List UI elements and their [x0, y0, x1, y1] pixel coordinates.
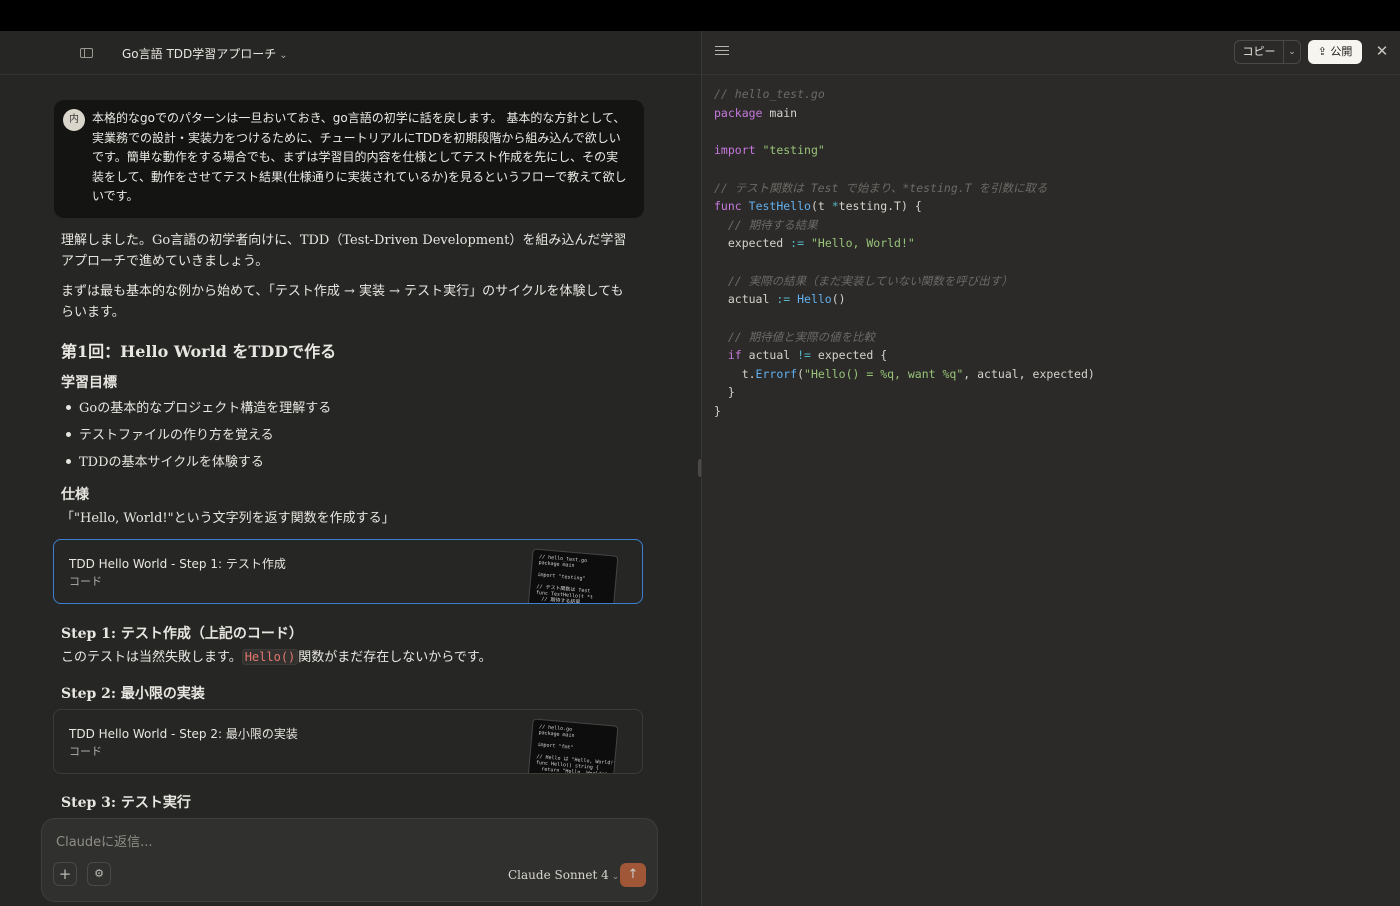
spec-text: 「"Hello, World!"という文字列を返す関数を作成する」 [61, 511, 395, 526]
step2-heading: Step 2: 最小限の実装 [61, 686, 205, 702]
goal-item: TDDの基本サイクルを体験する [61, 451, 631, 470]
artifact-subtitle: コード [69, 575, 102, 588]
conversation-title: Go言語 TDD学習アプローチ [122, 47, 277, 61]
code-line: package main [714, 106, 798, 120]
step1-text-before: このテストは当然失敗します。 [61, 650, 242, 665]
send-button[interactable]: ↑ [620, 863, 646, 887]
inline-code: Hello() [241, 649, 299, 665]
code-line: import "testing" [714, 143, 825, 157]
window-top-bar [0, 0, 1400, 31]
copy-button-group: コピー ⌄ [1234, 40, 1301, 64]
code-line: // 期待値と実際の値を比較 [727, 330, 876, 344]
goal-item: Goの基本的なプロジェクト構造を理解する [61, 397, 631, 416]
artifact-title: TDD Hello World - Step 2: 最小限の実装 [69, 727, 298, 741]
composer: + ⚙ Claude Sonnet 4⌄ ↑ [41, 818, 658, 902]
step3-heading: Step 3: テスト実行 [61, 795, 191, 811]
reply-paragraph-2: まずは最も基本的な例から始めて、「テスト作成 → 実装 → テスト実行」のサイク… [61, 284, 624, 320]
copy-button[interactable]: コピー [1235, 41, 1284, 63]
artifact-card-step1[interactable]: TDD Hello World - Step 1: テスト作成 コード // h… [53, 539, 643, 604]
model-selector[interactable]: Claude Sonnet 4 ⌄ [508, 868, 619, 882]
list-icon[interactable] [715, 45, 729, 57]
code-line: t.Errorf("Hello() = %q, want %q", actual… [714, 367, 1095, 381]
arrow-up-icon: ↑ [627, 867, 639, 882]
sidebar-toggle-icon[interactable] [78, 45, 96, 61]
code-line: // 期待する結果 [727, 218, 818, 232]
user-message-text: 本格的なgoでのパターンは一旦おいておき、go言語の初学に話を戻します。 基本的… [92, 111, 627, 204]
publish-label: 公開 [1330, 45, 1353, 58]
user-message: 内 本格的なgoでのパターンは一旦おいておき、go言語の初学に話を戻します。 基… [54, 100, 644, 218]
code-line: } [714, 385, 735, 399]
artifact-card-step2[interactable]: TDD Hello World - Step 2: 最小限の実装 コード // … [53, 709, 643, 774]
chevron-down-icon[interactable]: ⌄ [1284, 41, 1300, 63]
lesson-heading: 第1回：Hello World をTDDで作る [61, 342, 337, 361]
artifact-title: TDD Hello World - Step 1: テスト作成 [69, 557, 286, 571]
code-line: } [714, 404, 721, 418]
spec-heading: 仕様 [61, 487, 89, 503]
reply-paragraph-1: 理解しました。Go言語の初学者向けに、TDD（Test-Driven Devel… [61, 233, 627, 269]
close-icon[interactable]: ✕ [1373, 41, 1391, 61]
model-name: Claude Sonnet 4 [508, 868, 609, 882]
sliders-icon[interactable]: ⚙ [87, 862, 111, 886]
step1-text: このテストは当然失敗します。 Hello() 関数がまだ存在しないからです。 [61, 647, 631, 668]
code-line: // 実際の結果（まだ実装していない関数を呼び出す） [727, 274, 1013, 288]
goal-item: テストファイルの作り方を覚える [61, 424, 631, 443]
code-line: actual := Hello() [714, 292, 846, 306]
artifact-thumbnail: // hello_test.go package main import "te… [527, 548, 619, 603]
artifact-subtitle: コード [69, 745, 102, 758]
plus-icon[interactable]: + [53, 862, 77, 886]
publish-button[interactable]: ⇪ 公開 [1308, 40, 1362, 64]
conversation-title-button[interactable]: Go言語 TDD学習アプローチ ⌄ [122, 45, 288, 62]
chat-header: Go言語 TDD学習アプローチ ⌄ [0, 31, 701, 75]
code-line: if actual != expected { [727, 348, 888, 362]
chevron-down-icon: ⌄ [611, 872, 620, 882]
goals-heading: 学習目標 [61, 375, 117, 391]
chat-pane: Go言語 TDD学習アプローチ ⌄ 内 本格的なgoでのパターンは一旦おいておき、… [0, 31, 701, 906]
share-icon: ⇪ [1317, 45, 1327, 58]
artifact-header: コピー ⌄ ⇪ 公開 ✕ [702, 31, 1400, 75]
avatar: 内 [63, 109, 85, 131]
artifact-pane: コピー ⌄ ⇪ 公開 ✕ // hello_test.go package ma… [701, 31, 1400, 906]
step1-heading: Step 1: テスト作成（上記のコード） [61, 626, 303, 642]
reply-input[interactable] [54, 831, 618, 853]
step1-text-after: 関数がまだ存在しないからです。 [298, 650, 492, 665]
code-line: expected := "Hello, World!" [714, 236, 915, 250]
artifact-thumbnail: // hello.go package main import "fmt" //… [527, 718, 619, 773]
code-line: // hello_test.go [714, 87, 825, 101]
code-line: func TestHello(t *testing.T) { [714, 199, 922, 213]
chevron-down-icon: ⌄ [279, 50, 288, 61]
code-line: // テスト関数は Test で始まり、*testing.T を引数に取る [714, 181, 1048, 195]
